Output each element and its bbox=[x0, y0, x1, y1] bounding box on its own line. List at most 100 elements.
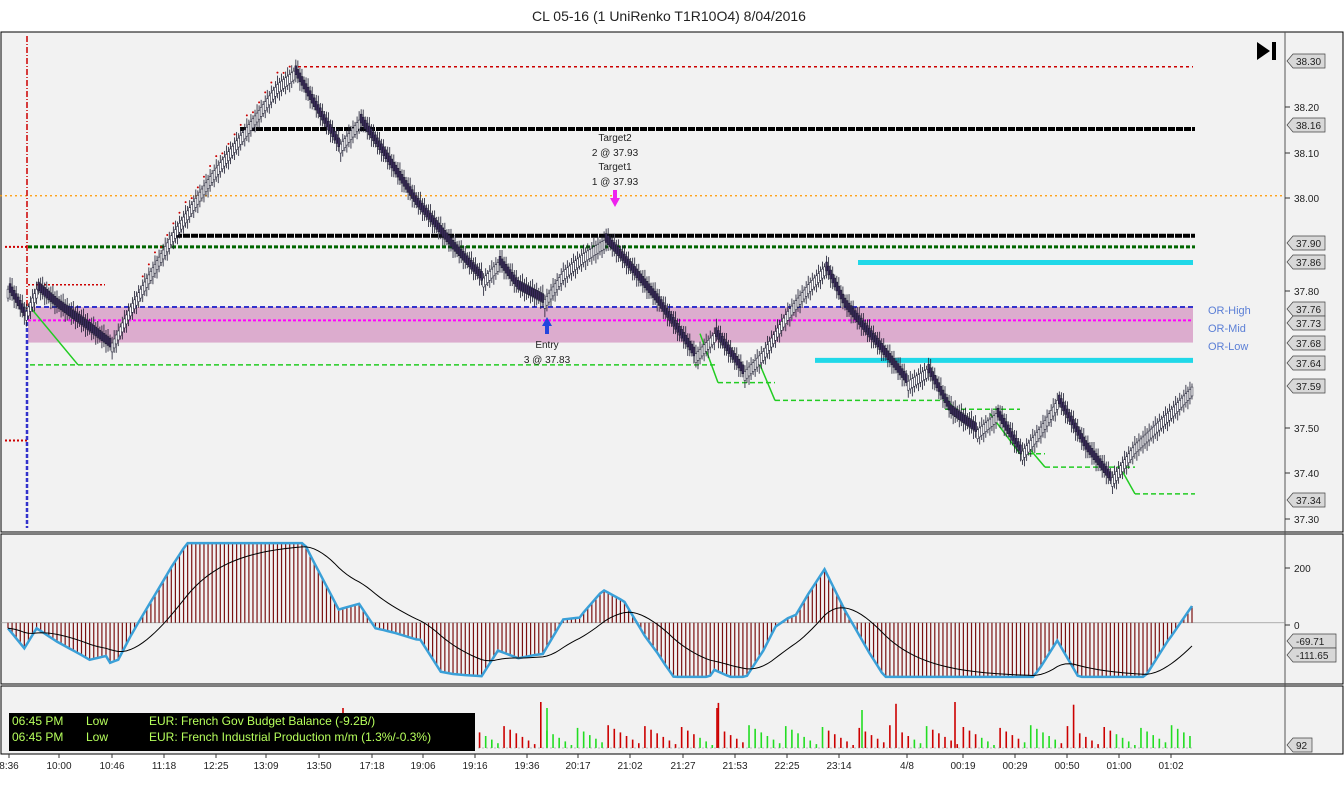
annotation-entry-label: Entry bbox=[535, 340, 558, 351]
candle bbox=[119, 326, 122, 337]
candle bbox=[1168, 411, 1171, 421]
candle bbox=[1162, 416, 1165, 427]
candle bbox=[229, 148, 232, 159]
candle bbox=[37, 281, 40, 292]
candle bbox=[515, 277, 518, 287]
candle bbox=[304, 83, 308, 93]
x-tick-label: 12:25 bbox=[203, 761, 228, 772]
candle bbox=[839, 289, 843, 300]
chart-canvas[interactable]: CL 05-16 (1 UniRenko T1R10O4) 8/04/2016 … bbox=[0, 0, 1344, 807]
candle bbox=[1013, 434, 1016, 445]
candle bbox=[727, 344, 730, 354]
candle bbox=[517, 280, 520, 290]
candle bbox=[212, 170, 216, 180]
candle bbox=[400, 174, 404, 184]
candle bbox=[339, 143, 342, 154]
candle bbox=[833, 277, 836, 288]
annotation-target1-detail: 1 @ 37.93 bbox=[592, 177, 639, 188]
candle bbox=[913, 377, 916, 387]
y-tick-label: 37.80 bbox=[1294, 287, 1319, 298]
news-impact: Low bbox=[86, 730, 109, 744]
news-impact: Low bbox=[86, 714, 109, 728]
or-band bbox=[28, 306, 1193, 343]
candle bbox=[253, 115, 257, 126]
candle bbox=[402, 177, 406, 187]
candle bbox=[966, 416, 969, 426]
news-time: 06:45 PM bbox=[12, 714, 64, 728]
candle bbox=[621, 251, 624, 261]
candle bbox=[843, 297, 847, 308]
trail-dot bbox=[196, 186, 199, 189]
candle bbox=[537, 291, 540, 301]
candle bbox=[931, 371, 934, 381]
candle bbox=[506, 266, 510, 277]
price-marker-label: 38.16 bbox=[1296, 121, 1321, 132]
candle bbox=[421, 202, 424, 213]
candle bbox=[231, 146, 234, 156]
x-tick-label: 20:17 bbox=[565, 761, 590, 772]
trail-dot bbox=[239, 123, 242, 126]
candle bbox=[688, 340, 692, 351]
candle bbox=[849, 305, 853, 315]
candle bbox=[1135, 442, 1139, 453]
candle bbox=[127, 310, 130, 321]
candle bbox=[182, 216, 185, 227]
candle bbox=[12, 290, 16, 300]
candle bbox=[215, 167, 218, 178]
candle bbox=[658, 296, 661, 306]
candle bbox=[804, 287, 808, 297]
candle bbox=[1103, 463, 1106, 473]
candle bbox=[117, 330, 120, 341]
candle bbox=[243, 129, 247, 140]
candle bbox=[829, 269, 832, 280]
candle bbox=[1172, 406, 1175, 417]
candle bbox=[1035, 432, 1039, 442]
candle bbox=[204, 182, 208, 192]
candle bbox=[200, 188, 204, 199]
candle bbox=[235, 140, 238, 151]
candle bbox=[1094, 453, 1098, 463]
candle bbox=[390, 158, 393, 169]
y-tick-label: 37.30 bbox=[1294, 515, 1319, 526]
candle bbox=[284, 77, 287, 87]
candle bbox=[1054, 403, 1057, 413]
candle bbox=[1045, 416, 1049, 427]
candle bbox=[500, 258, 504, 269]
candle bbox=[841, 293, 845, 304]
candle bbox=[190, 204, 193, 214]
candle bbox=[666, 308, 669, 318]
candle bbox=[1125, 456, 1128, 466]
candle bbox=[296, 69, 300, 79]
candle bbox=[206, 179, 210, 189]
x-tick-label: 21:53 bbox=[722, 761, 747, 772]
candle bbox=[480, 271, 483, 281]
candle bbox=[139, 288, 142, 299]
candle bbox=[794, 300, 798, 310]
candle bbox=[74, 311, 77, 321]
candle bbox=[729, 347, 732, 357]
candle bbox=[551, 286, 555, 297]
candle bbox=[564, 269, 567, 279]
candle bbox=[678, 326, 681, 336]
candle bbox=[217, 165, 220, 175]
candle bbox=[355, 122, 359, 132]
candle bbox=[1051, 406, 1055, 417]
candle bbox=[21, 303, 24, 313]
candle bbox=[521, 282, 524, 292]
x-tick-label: 19:16 bbox=[462, 761, 487, 772]
candle bbox=[453, 242, 457, 252]
candle bbox=[468, 257, 471, 268]
candle bbox=[210, 173, 214, 183]
candle bbox=[874, 335, 877, 345]
candle bbox=[831, 273, 834, 284]
candle bbox=[1023, 448, 1026, 458]
candle bbox=[1123, 459, 1126, 469]
candle bbox=[956, 409, 959, 419]
candle bbox=[1166, 413, 1169, 423]
candle bbox=[876, 337, 879, 348]
candle bbox=[631, 263, 634, 274]
candle bbox=[568, 265, 571, 276]
candle bbox=[125, 314, 128, 325]
candle bbox=[823, 266, 826, 277]
candle bbox=[702, 344, 706, 354]
